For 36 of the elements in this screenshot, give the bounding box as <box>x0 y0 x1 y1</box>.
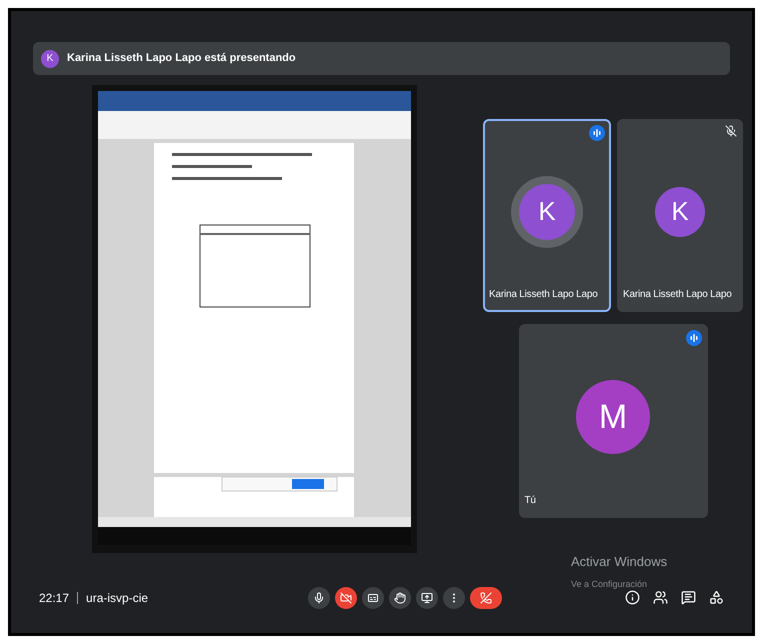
microphone-button[interactable] <box>308 586 330 608</box>
presenting-text: Karina Lisseth Lapo Lapo está presentando <box>67 51 296 66</box>
camera-off-icon <box>340 592 352 604</box>
people-button[interactable] <box>652 590 668 606</box>
leave-call-button[interactable] <box>470 586 502 608</box>
activation-text: Ve a Configuración <box>571 578 648 591</box>
chat-icon <box>680 590 696 605</box>
raise-hand-button[interactable] <box>389 586 411 608</box>
avatar: K <box>519 184 575 240</box>
mic-icon <box>313 592 325 604</box>
info-icon <box>624 590 640 605</box>
hand-icon <box>394 592 406 604</box>
more-options-button[interactable] <box>443 586 465 608</box>
participant-tile[interactable]: K Karina Lisseth Lapo Lapo <box>483 119 611 312</box>
clock-time: 22:17 <box>39 590 70 606</box>
banner-avatar: K <box>41 50 59 68</box>
chat-button[interactable] <box>680 590 696 606</box>
activation-title: Activar Windows <box>571 553 668 571</box>
people-icon <box>652 590 668 605</box>
camera-button[interactable] <box>335 586 357 608</box>
participant-tile[interactable]: K Karina Lisseth Lapo Lapo <box>617 119 743 312</box>
present-button[interactable] <box>416 586 438 608</box>
captions-icon <box>367 592 379 604</box>
participant-name: Karina Lisseth Lapo Lapo <box>489 288 598 302</box>
present-screen-icon <box>421 592 433 604</box>
captions-button[interactable] <box>362 586 384 608</box>
participant-tile[interactable]: M Tú <box>518 324 708 518</box>
participant-name: Tú <box>524 494 536 508</box>
shapes-button[interactable] <box>708 590 724 606</box>
meeting-code: ura-isvp-cie <box>86 590 148 606</box>
info-button[interactable] <box>624 590 640 606</box>
shapes-icon <box>708 590 724 605</box>
hang-up-icon <box>480 592 492 604</box>
avatar: M <box>576 380 650 454</box>
participant-name: Karina Lisseth Lapo Lapo <box>623 288 732 302</box>
avatar: K <box>655 186 705 236</box>
